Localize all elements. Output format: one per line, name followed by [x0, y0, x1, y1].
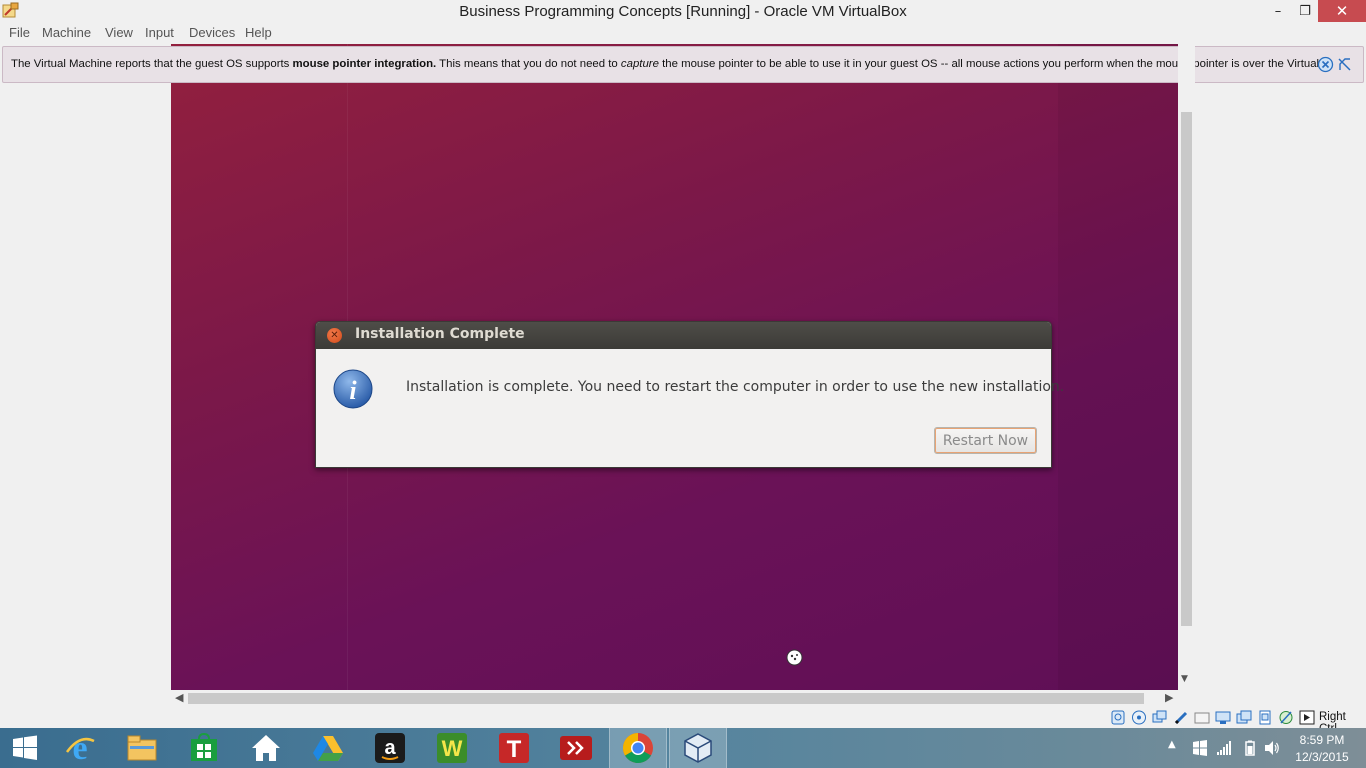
busy-cursor-icon — [786, 649, 803, 666]
hard-disk-icon[interactable] — [1110, 710, 1126, 725]
audio-icon[interactable] — [1152, 710, 1168, 725]
windows-taskbar: e a W T ▲ 8:59 PM 12/3/2015 — [0, 728, 1366, 768]
shared-folders-icon[interactable] — [1215, 710, 1231, 725]
show-hidden-icons-icon[interactable]: ▲ — [1168, 739, 1184, 755]
restart-now-button[interactable]: Restart Now — [934, 427, 1037, 454]
dialog-close-icon[interactable]: ✕ — [327, 328, 342, 343]
close-notification-icon[interactable] — [1317, 56, 1334, 73]
window-title: Business Programming Concepts [Running] … — [459, 3, 907, 20]
network-icon[interactable] — [1173, 710, 1189, 725]
wallpaper-stripe — [1058, 44, 1178, 690]
notification-italic-text: capture — [620, 58, 659, 70]
menu-input[interactable]: Input — [145, 25, 174, 40]
optical-drive-icon[interactable] — [1131, 710, 1147, 725]
virtualbox-icon[interactable] — [669, 728, 727, 768]
notification-text-part: the mouse pointer to be able to use it i… — [658, 58, 1320, 70]
scroll-left-icon[interactable]: ◀ — [175, 691, 183, 704]
windows-start-icon[interactable] — [0, 728, 50, 768]
menu-devices[interactable]: Devices — [189, 25, 235, 40]
chrome-icon[interactable] — [609, 728, 667, 768]
menu-machine[interactable]: Machine — [42, 25, 91, 40]
display-icon[interactable] — [1236, 710, 1252, 725]
clock-time[interactable]: 8:59 PM — [1292, 733, 1352, 747]
minimize-button[interactable]: – — [1264, 0, 1292, 22]
webucator-icon[interactable]: W — [423, 728, 481, 768]
horizontal-scrollbar[interactable]: ◀ ▶ — [171, 690, 1178, 706]
file-explorer-icon[interactable] — [113, 728, 171, 768]
t-app-icon[interactable]: T — [485, 728, 543, 768]
dialog-titlebar: ✕ Installation Complete — [316, 322, 1051, 349]
menu-file[interactable]: File — [9, 25, 30, 40]
action-center-icon[interactable] — [1192, 740, 1208, 756]
menu-help[interactable]: Help — [245, 25, 272, 40]
restore-button[interactable]: ❐ — [1292, 0, 1318, 22]
windows-store-icon[interactable] — [175, 728, 233, 768]
svg-text:W: W — [442, 736, 463, 761]
notification-text-part: This means that you do not need to — [436, 58, 621, 70]
battery-icon[interactable] — [1242, 740, 1258, 756]
vertical-scroll-thumb[interactable] — [1181, 112, 1192, 626]
google-drive-icon[interactable] — [299, 728, 357, 768]
scroll-right-icon[interactable]: ▶ — [1165, 691, 1173, 704]
wifi-signal-icon[interactable] — [1216, 740, 1232, 756]
installation-complete-dialog: ✕ Installation Complete i Installation i… — [315, 321, 1064, 468]
internet-explorer-icon[interactable]: e — [51, 728, 109, 768]
scroll-down-icon[interactable]: ▼ — [1181, 674, 1188, 684]
notification-text: The Virtual Machine reports that the gue… — [11, 58, 1319, 70]
notification-text-part: The Virtual Machine reports that the gue… — [11, 58, 293, 70]
mute-notification-icon[interactable] — [1336, 56, 1353, 73]
vertical-scrollbar[interactable]: ▼ — [1178, 44, 1195, 690]
usb-icon[interactable] — [1194, 710, 1210, 725]
mouse-integration-notification: The Virtual Machine reports that the gue… — [2, 44, 1364, 83]
menubar: File Machine View Input Devices Help — [0, 23, 1366, 43]
svg-text:i: i — [349, 376, 357, 405]
info-icon: i — [333, 369, 373, 409]
home-icon[interactable] — [237, 728, 295, 768]
dialog-title: Installation Complete — [355, 326, 525, 342]
menu-view[interactable]: View — [105, 25, 133, 40]
amazon-icon[interactable]: a — [361, 728, 419, 768]
notification-bold-text: mouse pointer integration. — [292, 58, 437, 70]
horizontal-scroll-thumb[interactable] — [188, 693, 1144, 704]
window-titlebar: Business Programming Concepts [Running] … — [0, 0, 1366, 23]
svg-text:T: T — [507, 736, 522, 763]
close-button[interactable]: ✕ — [1318, 0, 1366, 22]
svg-text:a: a — [384, 737, 396, 759]
mouse-integration-icon[interactable] — [1278, 710, 1294, 725]
clock-date[interactable]: 12/3/2015 — [1292, 750, 1352, 764]
svg-text:e: e — [72, 732, 87, 764]
volume-icon[interactable] — [1264, 740, 1280, 756]
dialog-message: Installation is complete. You need to re… — [406, 379, 1065, 395]
vm-statusbar: Right Ctrl — [0, 707, 1366, 735]
video-capture-icon[interactable] — [1257, 710, 1273, 725]
remote-app-icon[interactable] — [547, 728, 605, 768]
keyboard-capture-icon[interactable] — [1299, 710, 1315, 725]
